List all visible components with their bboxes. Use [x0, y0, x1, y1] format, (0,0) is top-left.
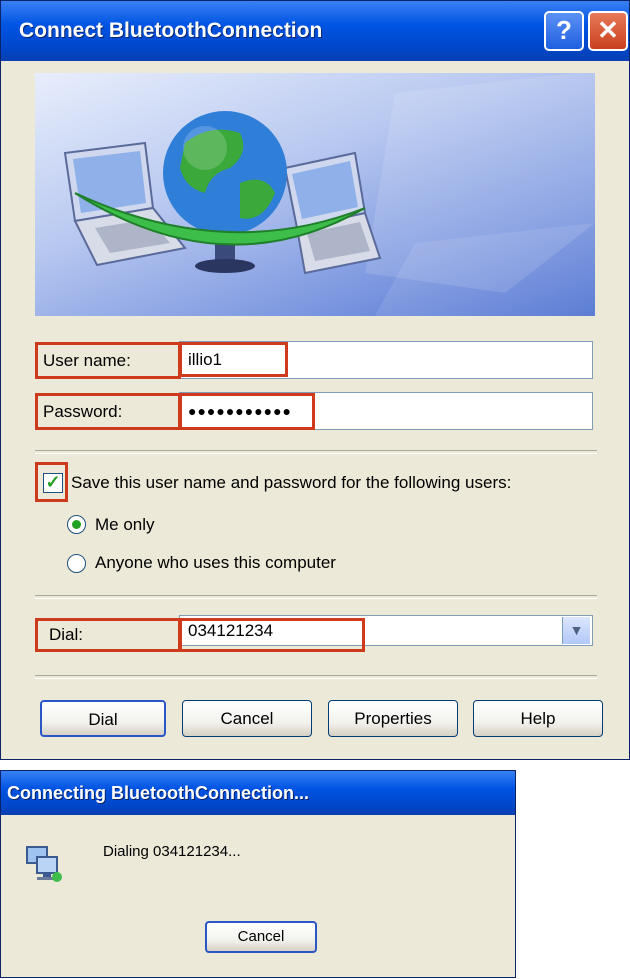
separator-2	[35, 595, 597, 599]
connecting-dialog-titlebar[interactable]: Connecting BluetoothConnection...	[1, 771, 515, 815]
password-value-highlight	[179, 393, 315, 430]
radio-anyone[interactable]	[67, 554, 86, 573]
dial-value-highlight	[179, 618, 365, 652]
dial-label-highlight	[35, 618, 181, 652]
network-computers-icon	[23, 843, 67, 883]
network-banner-image	[35, 73, 595, 316]
save-checkbox-highlight	[35, 462, 68, 502]
connecting-dialog: Connecting BluetoothConnection... Dialin…	[0, 770, 516, 978]
connect-dialog: Connect BluetoothConnection ? ✕ User nam…	[0, 0, 630, 760]
globe-laptops-icon	[63, 73, 595, 316]
separator-3	[35, 675, 597, 679]
connecting-cancel-button[interactable]: Cancel	[205, 921, 317, 953]
connect-dialog-titlebar[interactable]: Connect BluetoothConnection ? ✕	[1, 1, 629, 61]
save-credentials-label[interactable]: Save this user name and password for the…	[71, 473, 511, 493]
help-button[interactable]: Help	[473, 700, 603, 737]
username-value-highlight	[179, 342, 288, 377]
help-icon[interactable]: ?	[544, 11, 584, 51]
connecting-dialog-title: Connecting BluetoothConnection...	[7, 783, 309, 803]
radio-me-only-label[interactable]: Me only	[95, 515, 155, 535]
radio-anyone-label[interactable]: Anyone who uses this computer	[95, 553, 336, 573]
connect-dialog-title: Connect BluetoothConnection	[19, 19, 323, 42]
dial-button[interactable]: Dial	[40, 700, 166, 737]
cancel-button[interactable]: Cancel	[182, 700, 312, 737]
dialing-status-text: Dialing 034121234...	[103, 843, 241, 860]
radio-me-only[interactable]	[67, 515, 86, 534]
close-icon[interactable]: ✕	[588, 11, 628, 51]
properties-button[interactable]: Properties	[328, 700, 458, 737]
username-label-highlight	[35, 342, 181, 379]
chevron-down-icon[interactable]: ▼	[562, 617, 590, 644]
password-label-highlight	[35, 393, 181, 430]
separator-1	[35, 450, 597, 454]
